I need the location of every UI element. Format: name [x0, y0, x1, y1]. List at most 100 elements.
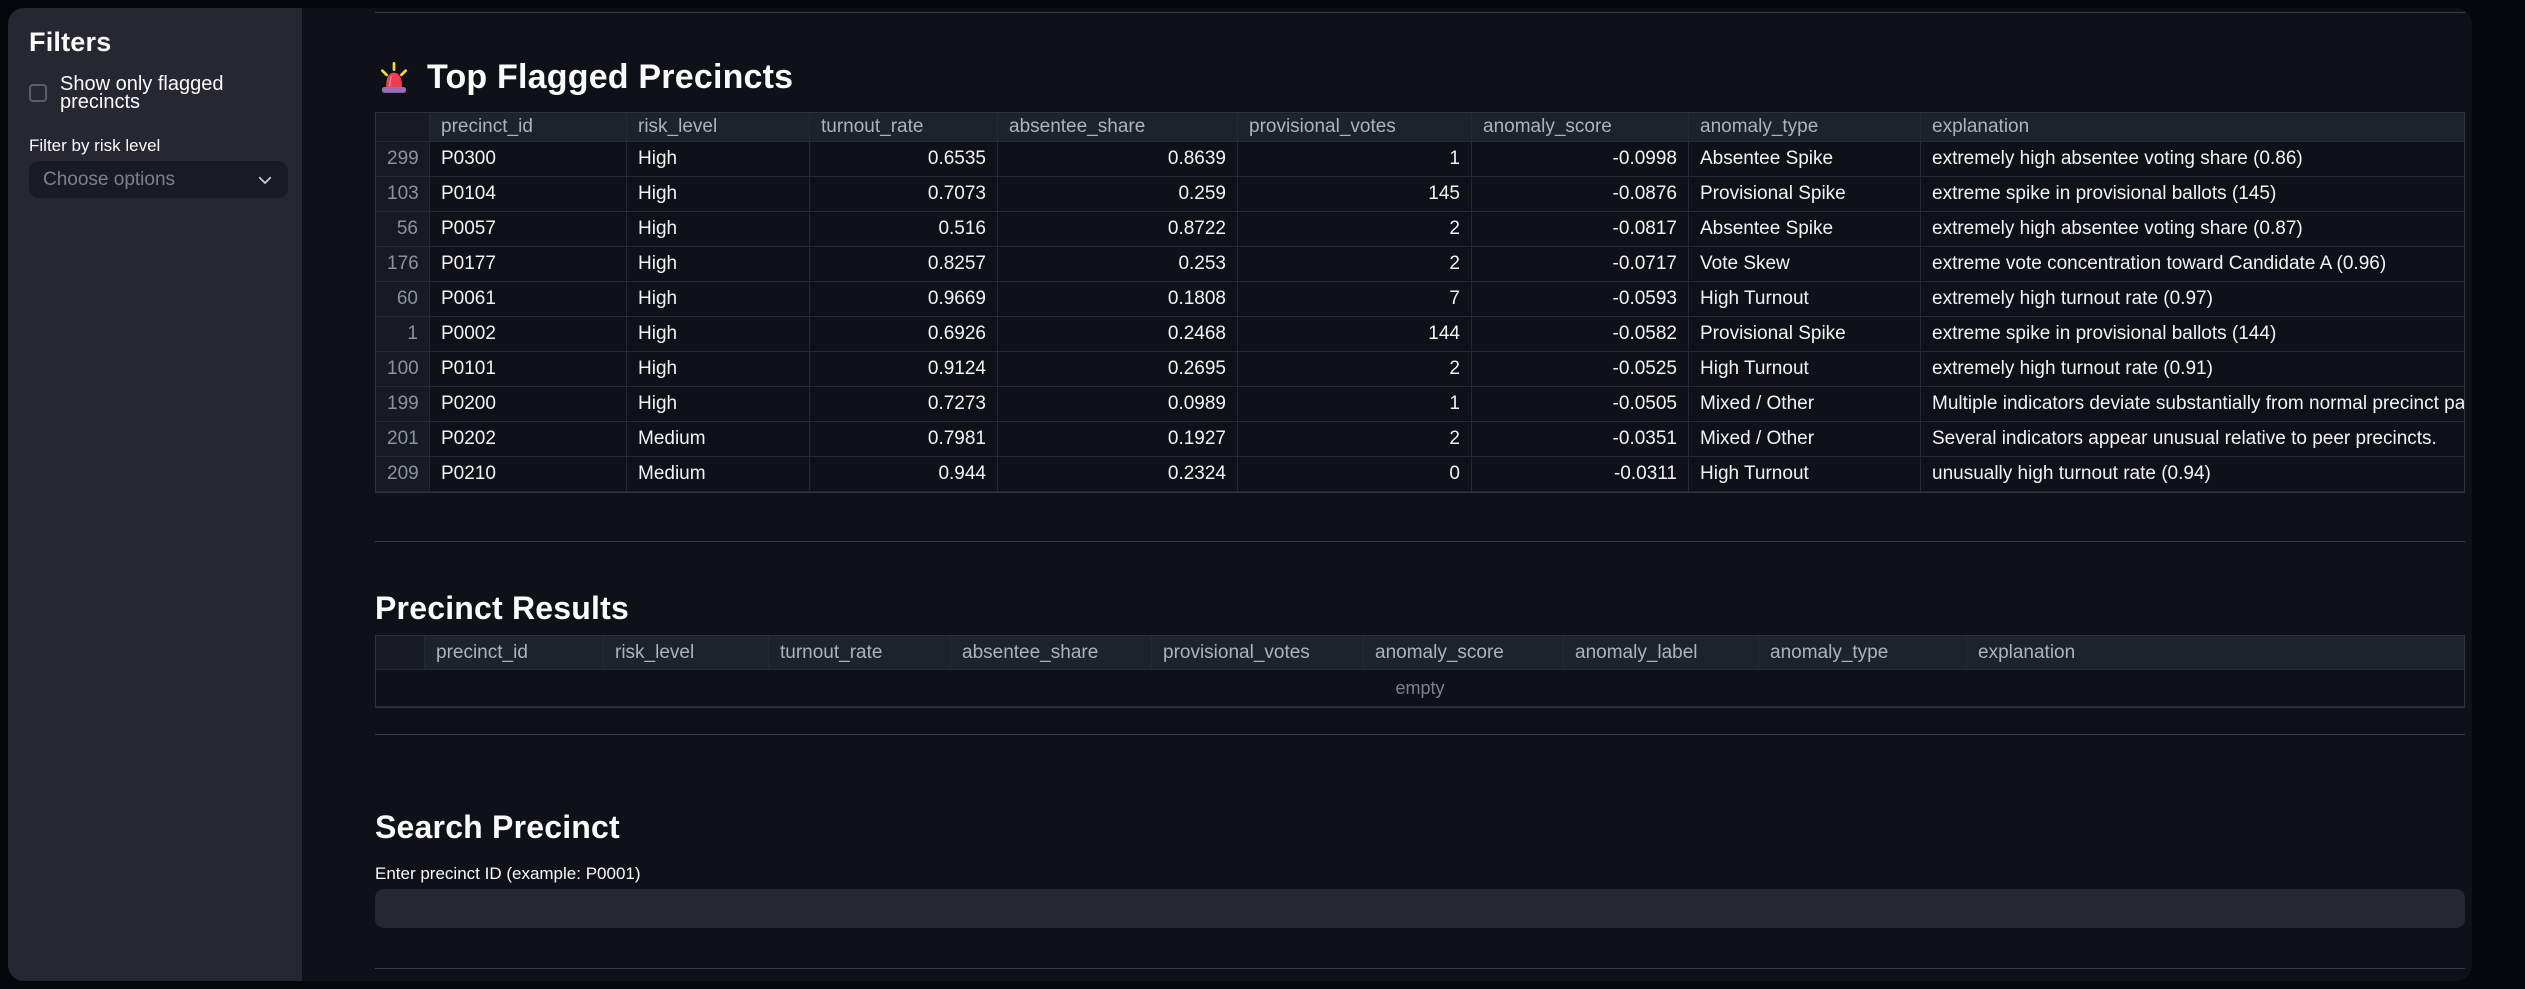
table-cell[interactable]: P0002 — [430, 317, 627, 352]
table-cell[interactable]: 2 — [1238, 422, 1472, 457]
index-column-header[interactable] — [376, 113, 430, 142]
column-header[interactable]: explanation — [1921, 113, 2464, 142]
table-cell[interactable]: Provisional Spike — [1689, 317, 1921, 352]
row-index-cell[interactable]: 176 — [376, 247, 430, 282]
column-header[interactable]: provisional_votes — [1238, 113, 1472, 142]
table-cell[interactable]: P0300 — [430, 142, 627, 177]
index-column-header[interactable] — [376, 636, 425, 670]
table-cell[interactable]: -0.0717 — [1472, 247, 1689, 282]
table-cell[interactable]: 0.253 — [998, 247, 1238, 282]
table-cell[interactable]: 2 — [1238, 212, 1472, 247]
table-cell[interactable]: 2 — [1238, 352, 1472, 387]
table-cell[interactable]: extreme spike in provisional ballots (14… — [1921, 317, 2464, 352]
flagged-precincts-checkbox-row[interactable]: Show only flagged precincts — [29, 74, 288, 112]
table-cell[interactable]: Vote Skew — [1689, 247, 1921, 282]
table-cell[interactable]: P0104 — [430, 177, 627, 212]
table-cell[interactable]: 0.2695 — [998, 352, 1238, 387]
table-cell[interactable]: P0061 — [430, 282, 627, 317]
table-cell[interactable]: 0.8722 — [998, 212, 1238, 247]
table-cell[interactable]: 0.7981 — [810, 422, 998, 457]
column-header[interactable]: explanation — [1967, 636, 2464, 670]
column-header[interactable]: turnout_rate — [769, 636, 951, 670]
table-cell[interactable]: Mixed / Other — [1689, 387, 1921, 422]
table-cell[interactable]: Several indicators appear unusual relati… — [1921, 422, 2464, 457]
table-cell[interactable]: 0.0989 — [998, 387, 1238, 422]
table-cell[interactable]: 0.9124 — [810, 352, 998, 387]
table-cell[interactable]: High — [627, 282, 810, 317]
table-cell[interactable]: extremely high absentee voting share (0.… — [1921, 212, 2464, 247]
column-header[interactable]: anomaly_score — [1364, 636, 1564, 670]
table-cell[interactable]: Absentee Spike — [1689, 142, 1921, 177]
row-index-cell[interactable]: 201 — [376, 422, 430, 457]
precinct-search-input[interactable] — [375, 889, 2465, 928]
table-cell[interactable]: High — [627, 142, 810, 177]
risk-level-select[interactable]: Choose options — [29, 161, 288, 198]
table-cell[interactable]: unusually high turnout rate (0.94) — [1921, 457, 2464, 492]
table-cell[interactable]: Provisional Spike — [1689, 177, 1921, 212]
table-cell[interactable]: extremely high absentee voting share (0.… — [1921, 142, 2464, 177]
table-cell[interactable]: 0.6535 — [810, 142, 998, 177]
table-cell[interactable]: extremely high turnout rate (0.97) — [1921, 282, 2464, 317]
column-header[interactable]: anomaly_type — [1689, 113, 1921, 142]
table-cell[interactable]: -0.0311 — [1472, 457, 1689, 492]
table-cell[interactable]: High — [627, 247, 810, 282]
table-cell[interactable]: 0.1927 — [998, 422, 1238, 457]
table-cell[interactable]: 0.7073 — [810, 177, 998, 212]
table-cell[interactable]: High — [627, 352, 810, 387]
column-header[interactable]: precinct_id — [425, 636, 604, 670]
column-header[interactable]: anomaly_score — [1472, 113, 1689, 142]
table-cell[interactable]: Medium — [627, 422, 810, 457]
table-cell[interactable]: 144 — [1238, 317, 1472, 352]
table-cell[interactable]: P0057 — [430, 212, 627, 247]
table-cell[interactable]: P0101 — [430, 352, 627, 387]
table-cell[interactable]: -0.0593 — [1472, 282, 1689, 317]
table-cell[interactable]: -0.0505 — [1472, 387, 1689, 422]
column-header[interactable]: provisional_votes — [1152, 636, 1364, 670]
table-cell[interactable]: 0.8257 — [810, 247, 998, 282]
column-header[interactable]: absentee_share — [951, 636, 1152, 670]
column-header[interactable]: turnout_rate — [810, 113, 998, 142]
table-cell[interactable]: 1 — [1238, 142, 1472, 177]
table-cell[interactable]: 1 — [1238, 387, 1472, 422]
table-cell[interactable]: 0.259 — [998, 177, 1238, 212]
table-cell[interactable]: Multiple indicators deviate substantiall… — [1921, 387, 2464, 422]
column-header[interactable]: risk_level — [627, 113, 810, 142]
flagged-precincts-table[interactable]: precinct_id risk_level turnout_rate absente… — [375, 112, 2465, 493]
table-cell[interactable]: 2 — [1238, 247, 1472, 282]
table-cell[interactable]: 0.8639 — [998, 142, 1238, 177]
table-cell[interactable]: 145 — [1238, 177, 1472, 212]
table-cell[interactable]: Medium — [627, 457, 810, 492]
table-cell[interactable]: 0.944 — [810, 457, 998, 492]
table-cell[interactable]: P0210 — [430, 457, 627, 492]
table-cell[interactable]: extremely high turnout rate (0.91) — [1921, 352, 2464, 387]
table-cell[interactable]: High — [627, 212, 810, 247]
table-cell[interactable]: Absentee Spike — [1689, 212, 1921, 247]
flagged-precincts-checkbox[interactable] — [29, 84, 47, 102]
table-cell[interactable]: High Turnout — [1689, 352, 1921, 387]
table-cell[interactable]: P0202 — [430, 422, 627, 457]
table-cell[interactable]: extreme vote concentration toward Candid… — [1921, 247, 2464, 282]
table-cell[interactable]: 7 — [1238, 282, 1472, 317]
table-cell[interactable]: -0.0998 — [1472, 142, 1689, 177]
column-header[interactable]: anomaly_label — [1564, 636, 1759, 670]
table-cell[interactable]: 0.7273 — [810, 387, 998, 422]
table-cell[interactable]: extreme spike in provisional ballots (14… — [1921, 177, 2464, 212]
table-cell[interactable]: 0.2324 — [998, 457, 1238, 492]
row-index-cell[interactable]: 1 — [376, 317, 430, 352]
table-cell[interactable]: -0.0817 — [1472, 212, 1689, 247]
row-index-cell[interactable]: 60 — [376, 282, 430, 317]
column-header[interactable]: precinct_id — [430, 113, 627, 142]
table-cell[interactable]: -0.0582 — [1472, 317, 1689, 352]
table-cell[interactable]: 0.1808 — [998, 282, 1238, 317]
table-cell[interactable]: P0177 — [430, 247, 627, 282]
table-cell[interactable]: -0.0525 — [1472, 352, 1689, 387]
row-index-cell[interactable]: 103 — [376, 177, 430, 212]
table-cell[interactable]: 0.9669 — [810, 282, 998, 317]
row-index-cell[interactable]: 299 — [376, 142, 430, 177]
table-cell[interactable]: 0.6926 — [810, 317, 998, 352]
table-cell[interactable]: 0.2468 — [998, 317, 1238, 352]
column-header[interactable]: anomaly_type — [1759, 636, 1967, 670]
table-cell[interactable]: 0.516 — [810, 212, 998, 247]
table-cell[interactable]: P0200 — [430, 387, 627, 422]
table-cell[interactable]: -0.0351 — [1472, 422, 1689, 457]
